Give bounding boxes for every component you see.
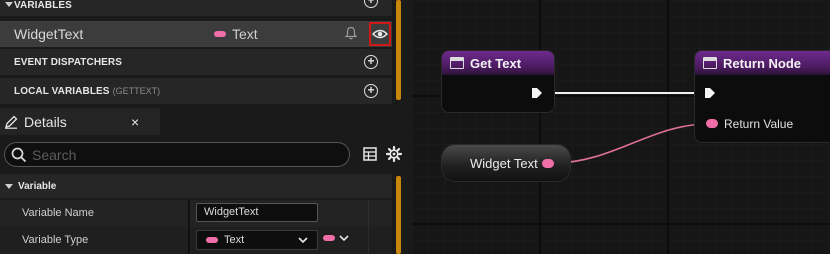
details-tab[interactable]: Details ×: [0, 108, 160, 135]
search-icon: [11, 147, 27, 163]
chevron-down-icon: [339, 235, 349, 242]
return-value-pin-icon[interactable]: [706, 119, 718, 128]
variable-type-label: Text: [232, 26, 258, 42]
property-row-variable-type: Variable Type Text: [0, 227, 392, 254]
gear-icon[interactable]: [386, 146, 402, 162]
details-tab-label: Details: [24, 113, 67, 130]
node-title: Return Node: [723, 55, 801, 71]
search-placeholder: Search: [32, 147, 77, 163]
blueprint-graph-canvas[interactable]: Get Text Return Node Return Value Widget…: [412, 0, 830, 254]
container-type-dropdown[interactable]: [323, 234, 349, 242]
variable-name-input[interactable]: WidgetText: [196, 203, 318, 222]
event-dispatchers-label: EVENT DISPATCHERS: [14, 56, 123, 68]
property-label: Variable Name: [22, 207, 94, 219]
details-search-input[interactable]: Search: [4, 142, 350, 167]
variable-type-dropdown[interactable]: Text: [196, 230, 318, 250]
column-divider: [368, 227, 369, 254]
add-variable-button[interactable]: +: [364, 0, 378, 8]
exec-output-pin-icon[interactable]: [531, 87, 543, 99]
text-type-pill-icon: [206, 237, 218, 243]
property-label: Variable Type: [22, 234, 89, 246]
close-tab-button[interactable]: ×: [131, 114, 139, 130]
variable-section-label: Variable: [18, 180, 57, 192]
exec-input-pin-icon[interactable]: [704, 87, 716, 99]
return-value-label: Return Value: [724, 117, 794, 131]
getter-output-pin-icon[interactable]: [542, 159, 554, 168]
event-dispatchers-category[interactable]: EVENT DISPATCHERS +: [0, 49, 392, 75]
variables-label: VARIABLES: [14, 0, 72, 11]
add-local-variable-button[interactable]: +: [364, 84, 378, 98]
variable-type[interactable]: Text: [214, 26, 258, 42]
column-divider: [188, 227, 190, 254]
collapse-arrow-icon[interactable]: [5, 2, 13, 7]
visibility-toggle-highlight[interactable]: [369, 22, 391, 46]
pencil-icon: [5, 115, 18, 129]
local-variables-scope: (GETTEXT): [112, 85, 161, 96]
variable-row-widgettext[interactable]: WidgetText Text: [0, 21, 392, 47]
local-variables-category[interactable]: LOCAL VARIABLES (GETTEXT) +: [0, 78, 392, 104]
bell-icon[interactable]: [345, 26, 357, 40]
details-scrollbar[interactable]: [396, 176, 401, 254]
return-node[interactable]: Return Node Return Value: [695, 51, 830, 142]
node-header: Get Text: [442, 51, 554, 75]
get-text-node[interactable]: Get Text: [442, 51, 554, 112]
left-panel: VARIABLES + WidgetText Text EVENT DISPAT…: [0, 0, 412, 254]
chevron-down-icon: [298, 237, 308, 244]
variables-scrollbar[interactable]: [396, 0, 401, 100]
function-icon: [450, 57, 464, 69]
widget-text-getter-node[interactable]: Widget Text: [442, 145, 570, 181]
node-title: Get Text: [470, 55, 522, 71]
collapse-arrow-icon[interactable]: [5, 184, 13, 189]
function-icon: [703, 57, 717, 69]
grid-view-icon[interactable]: [363, 147, 377, 161]
getter-label: Widget Text: [470, 156, 538, 171]
add-event-dispatcher-button[interactable]: +: [364, 55, 378, 69]
variable-type-value: Text: [224, 234, 245, 246]
variable-section-header[interactable]: Variable: [0, 174, 392, 198]
local-variables-label: LOCAL VARIABLES: [14, 85, 110, 97]
single-container-pill-icon: [323, 235, 335, 241]
text-type-pill-icon: [214, 31, 226, 37]
variable-name: WidgetText: [14, 26, 84, 42]
column-divider: [188, 200, 190, 227]
variables-category[interactable]: VARIABLES +: [0, 0, 392, 16]
node-header: Return Node: [695, 51, 830, 75]
property-row-variable-name: Variable Name WidgetText: [0, 200, 392, 227]
eye-icon[interactable]: [372, 28, 388, 40]
column-divider: [368, 200, 369, 227]
